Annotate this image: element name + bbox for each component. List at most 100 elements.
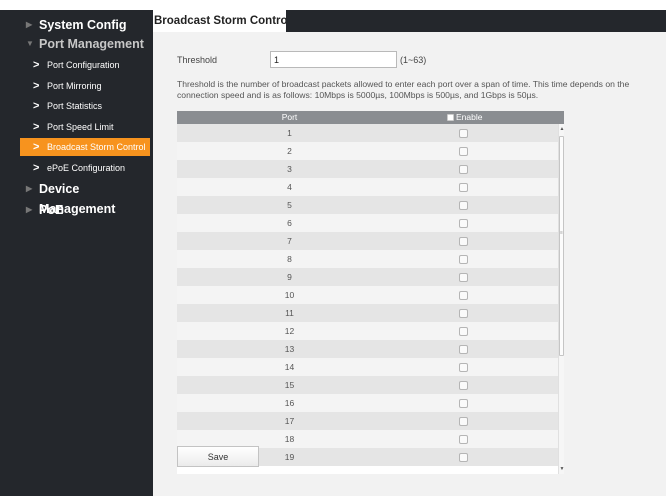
sidebar-item-label: PoE: [39, 203, 64, 217]
port-number: 1: [287, 128, 292, 138]
enable-checkbox[interactable]: [459, 399, 468, 408]
table-row: 17: [177, 412, 558, 430]
table-header: Port Enable: [177, 111, 564, 124]
table-body: 1 2 3 4 5 6 7 8 9 10 11 12 13 14 15 16 17 18 19: [177, 124, 558, 466]
port-number: 2: [287, 146, 292, 156]
port-number: 10: [284, 290, 295, 300]
enable-checkbox[interactable]: [459, 255, 468, 264]
chevron-right-icon: >: [33, 80, 40, 92]
caret-down-icon: ▼: [26, 39, 34, 48]
sidebar-item-label: Port Mirroring: [47, 81, 102, 91]
table-row: 5: [177, 196, 558, 214]
enable-checkbox[interactable]: [459, 435, 468, 444]
threshold-label: Threshold: [177, 55, 218, 65]
enable-checkbox[interactable]: [459, 363, 468, 372]
enable-checkbox[interactable]: [459, 147, 468, 156]
sidebar-item-system-config[interactable]: ▶ System Config: [0, 15, 153, 35]
save-button[interactable]: Save: [177, 446, 259, 467]
table-row: 4: [177, 178, 558, 196]
port-number: 5: [287, 200, 292, 210]
caret-right-icon: ▶: [26, 205, 33, 214]
sidebar-item-label: Broadcast Storm Control: [47, 142, 146, 152]
threshold-description: Threshold is the number of broadcast pac…: [177, 79, 630, 100]
enable-checkbox[interactable]: [459, 291, 468, 300]
sidebar-item-label: Port Speed Limit: [47, 122, 114, 132]
table-row: 14: [177, 358, 558, 376]
enable-checkbox[interactable]: [459, 327, 468, 336]
enable-checkbox[interactable]: [459, 309, 468, 318]
enable-checkbox[interactable]: [459, 129, 468, 138]
table-row: 1: [177, 124, 558, 142]
sidebar-item-device-management[interactable]: ▶ Device Management: [0, 179, 153, 216]
chevron-right-icon: >: [33, 162, 40, 174]
enable-checkbox[interactable]: [459, 381, 468, 390]
table-row: 12: [177, 322, 558, 340]
sidebar-item-label: ePoE Configuration: [47, 163, 126, 173]
port-number: 4: [287, 182, 292, 192]
chevron-right-icon: >: [33, 121, 40, 133]
table-row: 2: [177, 142, 558, 160]
enable-checkbox[interactable]: [459, 219, 468, 228]
column-header-enable[interactable]: Enable: [447, 111, 482, 124]
port-number: 9: [287, 272, 292, 282]
sidebar-item-port-mirroring[interactable]: > Port Mirroring: [0, 77, 153, 95]
enable-checkbox[interactable]: [459, 345, 468, 354]
enable-checkbox[interactable]: [459, 237, 468, 246]
sidebar-item-label: Port Management: [39, 37, 144, 51]
tab-broadcast-storm-control[interactable]: Broadcast Storm Control: [153, 10, 286, 32]
top-bar: [0, 0, 666, 10]
table-row: 6: [177, 214, 558, 232]
threshold-input[interactable]: [270, 51, 397, 68]
enable-checkbox[interactable]: [459, 273, 468, 282]
sidebar-item-port-speed-limit[interactable]: > Port Speed Limit: [0, 118, 153, 136]
enable-checkbox[interactable]: [459, 453, 468, 462]
port-table: Port Enable 1 2 3 4 5 6 7 8 9 10 11 12 13 14 15 16 17 18 1…: [177, 111, 564, 474]
table-row: 3: [177, 160, 558, 178]
sidebar-item-port-statistics[interactable]: > Port Statistics: [0, 97, 153, 115]
scrollbar-thumb[interactable]: [559, 136, 564, 356]
scroll-up-icon[interactable]: ▲: [559, 126, 564, 132]
port-number: 3: [287, 164, 292, 174]
column-header-port: Port: [281, 112, 298, 122]
chevron-right-icon: >: [33, 100, 40, 112]
port-number: 12: [284, 326, 295, 336]
threshold-range: (1~63): [400, 55, 427, 65]
grip-icon: ≡: [560, 230, 563, 236]
caret-right-icon: ▶: [26, 20, 33, 29]
port-number: 16: [284, 398, 295, 408]
port-number: 8: [287, 254, 292, 264]
port-number: 17: [284, 416, 295, 426]
port-number: 15: [284, 380, 295, 390]
table-row: 9: [177, 268, 558, 286]
table-row: 8: [177, 250, 558, 268]
table-scrollbar[interactable]: ▲ ≡ ▼: [558, 124, 564, 474]
select-all-checkbox[interactable]: [447, 114, 454, 121]
app-window: ▶ System Config ▼ Port Management > Port…: [0, 0, 666, 496]
port-number: 11: [285, 308, 294, 318]
port-number: 6: [287, 218, 292, 228]
sidebar-item-port-management[interactable]: ▼ Port Management: [0, 34, 153, 54]
sidebar-item-label: System Config: [39, 18, 127, 32]
chevron-right-icon: >: [33, 59, 40, 71]
sidebar-item-port-configuration[interactable]: > Port Configuration: [0, 56, 153, 74]
table-row: 10: [177, 286, 558, 304]
scroll-down-icon[interactable]: ▼: [559, 466, 564, 472]
enable-checkbox[interactable]: [459, 165, 468, 174]
enable-checkbox[interactable]: [459, 201, 468, 210]
sidebar: ▶ System Config ▼ Port Management > Port…: [0, 10, 153, 496]
port-number: 14: [284, 362, 295, 372]
sidebar-item-poe[interactable]: ▶ PoE: [0, 200, 153, 220]
main-panel: Broadcast Storm Control Threshold (1~63)…: [153, 10, 666, 496]
table-row: 7: [177, 232, 558, 250]
port-number: 13: [284, 344, 295, 354]
table-row: 16: [177, 394, 558, 412]
table-row: 11: [177, 304, 558, 322]
enable-checkbox[interactable]: [459, 183, 468, 192]
sidebar-item-broadcast-storm-control[interactable]: > Broadcast Storm Control: [20, 138, 150, 156]
sidebar-item-epoe-configuration[interactable]: > ePoE Configuration: [0, 159, 153, 177]
sidebar-item-label: Port Configuration: [47, 60, 120, 70]
port-number: 7: [287, 236, 292, 246]
chevron-right-icon: >: [33, 141, 40, 153]
tab-strip: Broadcast Storm Control: [153, 10, 666, 32]
enable-checkbox[interactable]: [459, 417, 468, 426]
